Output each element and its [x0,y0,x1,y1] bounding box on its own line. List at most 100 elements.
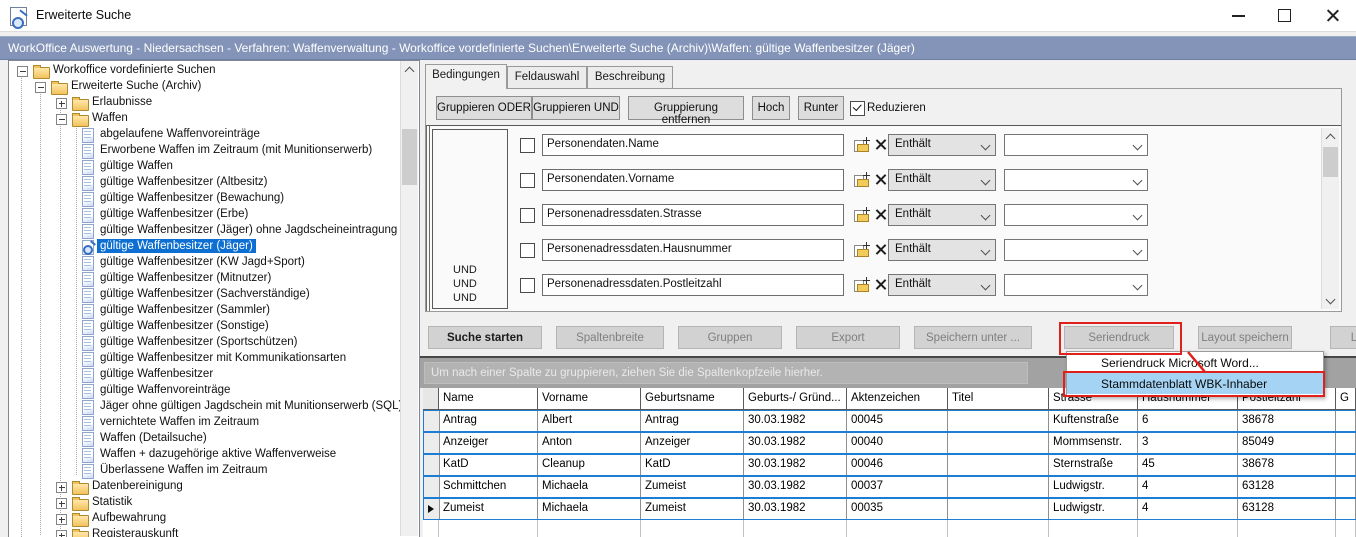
tree-item[interactable]: gültige Waffenbesitzer (Erbe) [9,207,419,223]
add-field-icon[interactable] [854,172,870,187]
condition-field-input[interactable]: Personendaten.Vorname [542,169,844,191]
tree-item[interactable]: Statistik [9,495,419,511]
add-field-icon[interactable] [854,277,870,292]
tree-item-label[interactable]: gültige Waffenbesitzer (Mitnutzer) [97,271,274,285]
tree-scrollbar-thumb[interactable] [402,129,417,185]
tree-scrollbar[interactable] [400,61,418,536]
condition-field-input[interactable]: Personenadressdaten.Strasse [542,204,844,226]
value-select[interactable] [1004,204,1148,226]
scroll-up-icon[interactable] [1322,128,1339,145]
remove-field-icon[interactable] [874,208,887,221]
tree-item[interactable]: gültige Waffenbesitzer (KW Jagd+Sport) [9,255,419,271]
conditions-scrollbar-thumb[interactable] [1323,147,1338,177]
tree-item-label[interactable]: gültige Waffenbesitzer (Sachverständige) [97,287,313,301]
tree-item[interactable]: Waffen [9,111,419,127]
layout-button-clipped[interactable]: Lay [1330,326,1356,349]
tree-item-label[interactable]: gültige Waffenbesitzer (Sportschützen) [97,335,301,349]
row-selector[interactable] [424,411,440,431]
tree-item-label[interactable]: Datenbereinigung [89,479,186,493]
tree-item[interactable]: gültige Waffenbesitzer (Altbesitz) [9,175,419,191]
tree-item[interactable]: gültige Waffen [9,159,419,175]
column-header[interactable]: G [1336,388,1356,410]
conditions-scrollbar[interactable] [1321,128,1339,309]
row-selector[interactable] [424,477,440,497]
gruppieren-und-button[interactable]: Gruppieren UND [532,96,620,120]
tree-item-label[interactable]: Aufbewahrung [89,511,169,525]
condition-field-input[interactable]: Personenadressdaten.Postleitzahl [542,274,844,296]
tree-item-label[interactable]: gültige Waffenbesitzer (Jäger) ohne Jagd… [97,223,400,237]
tree-expander-minus-icon[interactable] [56,114,67,125]
tree-item[interactable]: Datenbereinigung [9,479,419,495]
close-button[interactable] [1316,0,1350,30]
tree-item[interactable]: gültige Waffenbesitzer (Sonstige) [9,319,419,335]
column-header[interactable]: Name [439,388,538,410]
value-select[interactable] [1004,274,1148,296]
tree-item[interactable]: gültige Waffenbesitzer (Jäger) [9,239,419,255]
tree-item-label[interactable]: Erworbene Waffen im Zeitraum (mit Muniti… [97,143,375,157]
tree-item-label[interactable]: gültige Waffenbesitzer (Sonstige) [97,319,272,333]
tree-item-label[interactable]: gültige Waffenbesitzer (Jäger) [97,239,256,253]
operator-select[interactable]: Enthält [888,134,996,156]
tree-item[interactable]: Erweiterte Suche (Archiv) [9,79,419,95]
tab-feldauswahl[interactable]: Feldauswahl [507,66,587,89]
remove-field-icon[interactable] [874,243,887,256]
tree-item-label[interactable]: gültige Waffenbesitzer (KW Jagd+Sport) [97,255,308,269]
tree-item-label[interactable]: Waffen + dazugehörige aktive Waffenverwe… [97,447,339,461]
tree-item-label[interactable]: gültige Waffenbesitzer [97,367,216,381]
export-button[interactable]: Export [796,326,900,349]
tree-item[interactable]: Waffen (Detailsuche) [9,431,419,447]
reduzieren-checkbox[interactable] [850,101,865,116]
tree-item-label[interactable]: Jäger ohne gültigen Jagdschein mit Munit… [97,399,405,413]
tree-item[interactable]: gültige Waffenbesitzer (Jäger) ohne Jagd… [9,223,419,239]
operator-select[interactable]: Enthält [888,204,996,226]
tree-item-label[interactable]: Registerauskunft [89,527,181,537]
value-select[interactable] [1004,169,1148,191]
tree-item-label[interactable]: Workoffice vordefinierte Suchen [50,63,219,77]
remove-field-icon[interactable] [874,173,887,186]
condition-checkbox[interactable] [520,138,535,153]
tree-item[interactable]: gültige Waffenbesitzer (Mitnutzer) [9,271,419,287]
tree-item-label[interactable]: abgelaufene Waffenvoreinträge [97,127,263,141]
remove-field-icon[interactable] [874,278,887,291]
condition-checkbox[interactable] [520,208,535,223]
spaltenbreite-button[interactable]: Spaltenbreite [556,326,664,349]
tree-item-label[interactable]: Erlaubnisse [89,95,155,109]
operator-select[interactable]: Enthält [888,274,996,296]
tree-item-label[interactable]: vernichtete Waffen im Zeitraum [97,415,262,429]
tree-expander-plus-icon[interactable] [56,530,67,537]
gruppieren-oder-button[interactable]: Gruppieren ODER [436,96,532,120]
operator-select[interactable]: Enthält [888,169,996,191]
tree-item[interactable]: gültige Waffenvoreinträge [9,383,419,399]
scroll-down-icon[interactable] [1322,292,1339,309]
table-row[interactable]: SchmittchenMichaelaZumeist30.03.19820003… [423,476,1356,498]
tree-item-label[interactable]: Waffen [89,111,131,125]
gruppen-button[interactable]: Gruppen [678,326,782,349]
tab-bedingungen[interactable]: Bedingungen [425,64,507,89]
tree-item-label[interactable]: Überlassene Waffen im Zeitraum [97,463,270,477]
tree-item[interactable]: gültige Waffenbesitzer (Bewachung) [9,191,419,207]
tree-item[interactable]: Jäger ohne gültigen Jagdschein mit Munit… [9,399,419,415]
add-field-icon[interactable] [854,137,870,152]
tree-item[interactable]: Erlaubnisse [9,95,419,111]
tree-item[interactable]: Workoffice vordefinierte Suchen [9,63,419,79]
tree-item-label[interactable]: Statistik [89,495,135,509]
condition-checkbox[interactable] [520,173,535,188]
runter-button[interactable]: Runter [798,96,844,120]
tree-item[interactable]: gültige Waffenbesitzer [9,367,419,383]
scroll-up-icon[interactable] [401,61,418,78]
column-header[interactable]: Titel [948,388,1049,410]
tree-item[interactable]: Registerauskunft [9,527,419,537]
tree-item-label[interactable]: gültige Waffenvoreinträge [97,383,233,397]
tree-item[interactable]: gültige Waffenbesitzer (Sportschützen) [9,335,419,351]
row-selector[interactable] [424,455,440,475]
tree-expander-minus-icon[interactable] [35,82,46,93]
column-header[interactable]: Aktenzeichen [847,388,948,410]
condition-checkbox[interactable] [520,278,535,293]
tree-item[interactable]: Erworbene Waffen im Zeitraum (mit Muniti… [9,143,419,159]
tree-expander-plus-icon[interactable] [56,98,67,109]
tree-item[interactable]: gültige Waffenbesitzer (Sachverständige) [9,287,419,303]
add-field-icon[interactable] [854,242,870,257]
tree-item[interactable]: gültige Waffenbesitzer (Sammler) [9,303,419,319]
tree-expander-plus-icon[interactable] [56,498,67,509]
tree-item-label[interactable]: gültige Waffen [97,159,176,173]
